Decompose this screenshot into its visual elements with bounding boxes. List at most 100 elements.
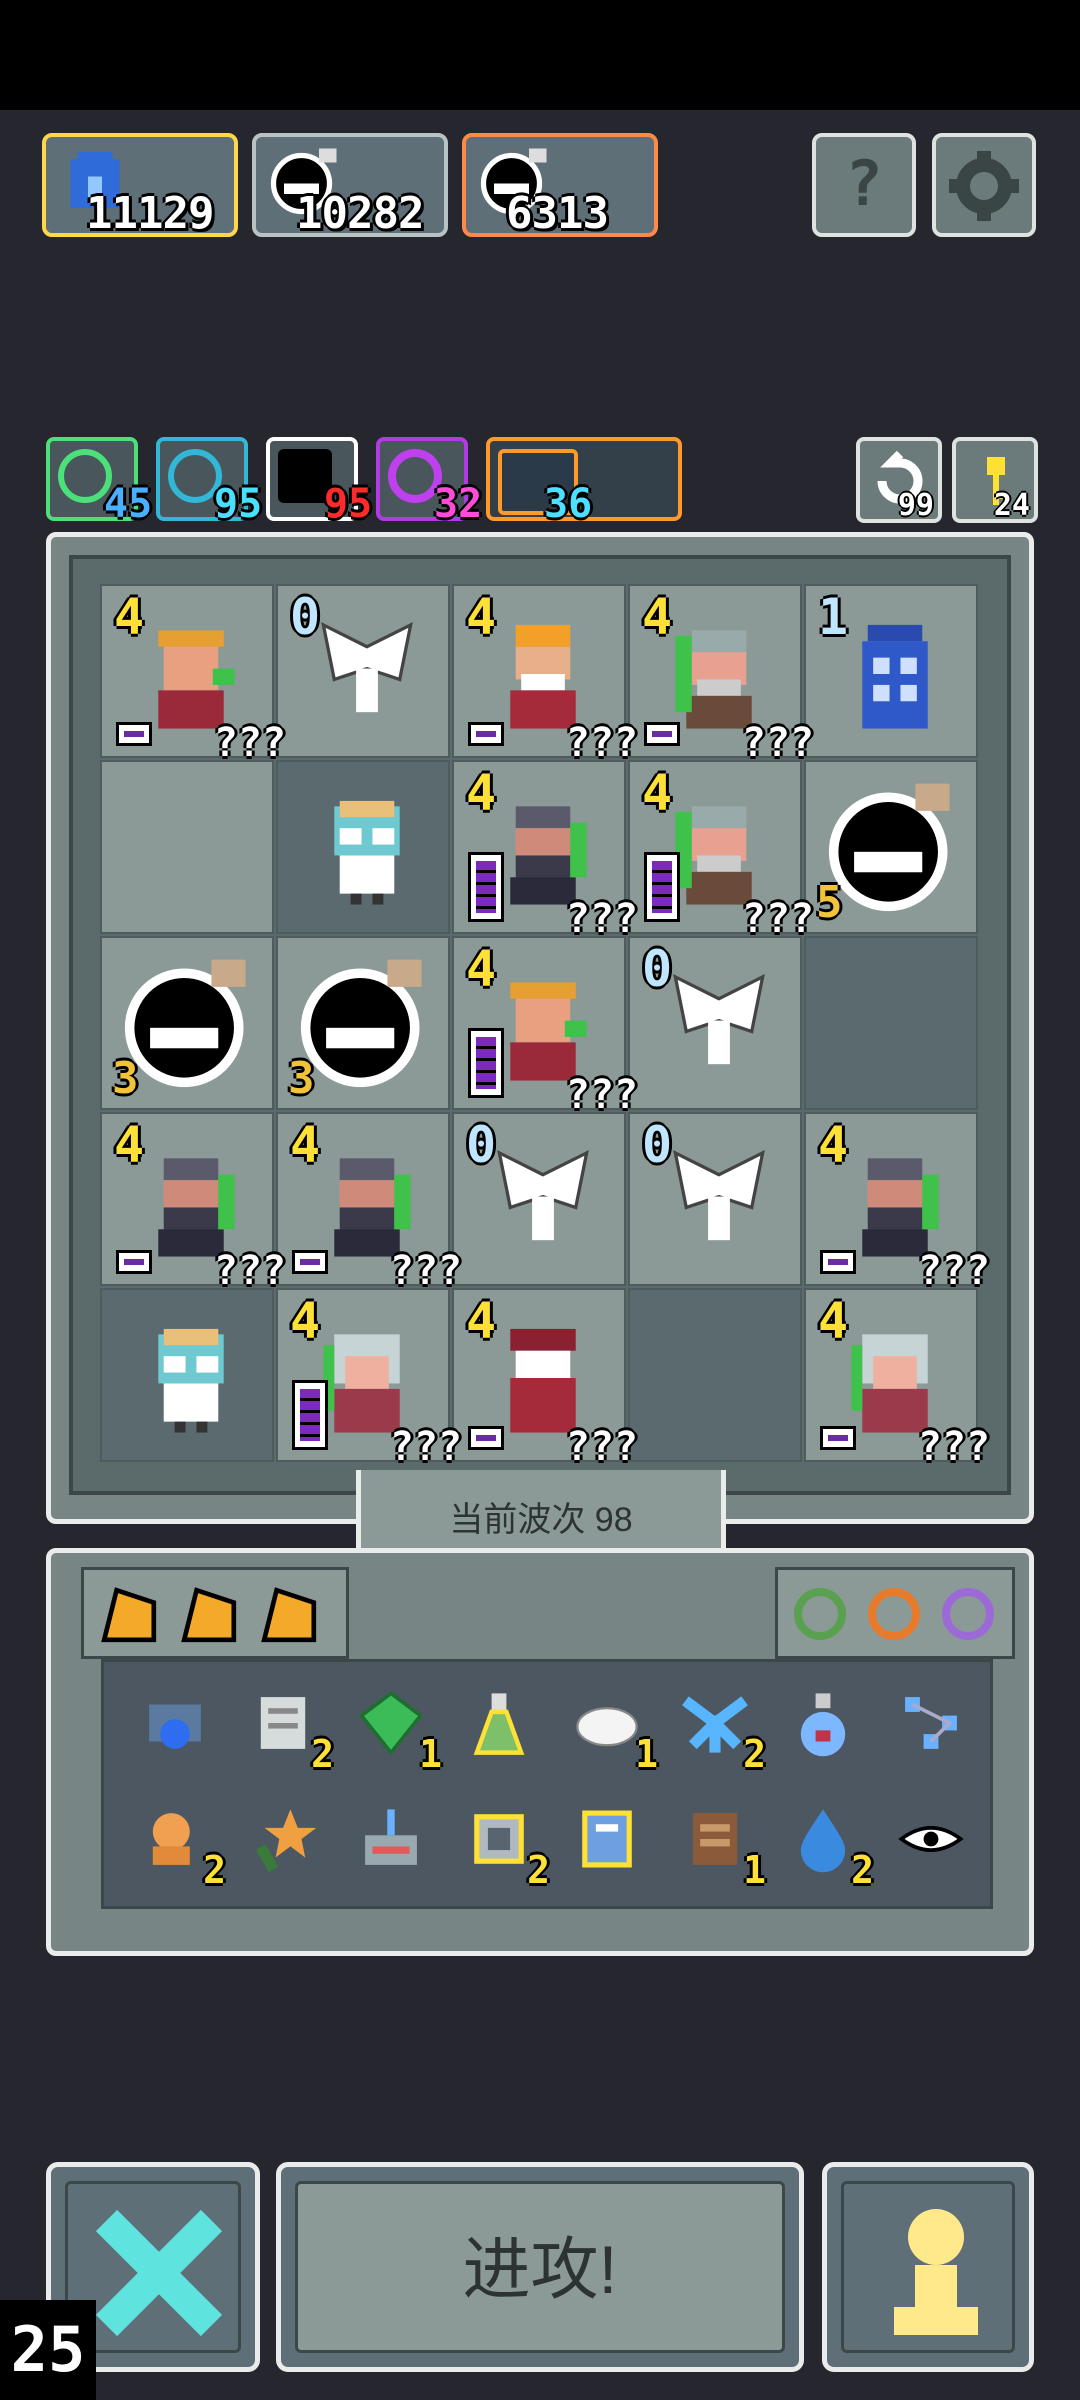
inventory-item[interactable] bbox=[778, 1680, 868, 1770]
blue-crystal-bag-icon bbox=[149, 1704, 201, 1749]
unit-grid: 4??? 0 4??? 4??? 1 4??? 4??? 5 3 3 4??? 0 4??? 4??? 0 0… bbox=[100, 584, 990, 1470]
fire-king-icon bbox=[510, 624, 576, 729]
inventory-item[interactable] bbox=[886, 1796, 976, 1886]
profile-button[interactable] bbox=[822, 2162, 1034, 2372]
inventory-item[interactable]: 2 bbox=[778, 1796, 874, 1892]
inventory-item[interactable] bbox=[346, 1796, 436, 1886]
stat-card-bomb[interactable]: 10282 bbox=[252, 133, 448, 239]
blue-box-icon bbox=[862, 624, 928, 729]
board-cell[interactable]: 3 bbox=[100, 936, 274, 1110]
close-icon bbox=[95, 2209, 223, 2337]
unit-hidden-stat: ??? bbox=[565, 1072, 638, 1118]
unit-count: 5 bbox=[816, 877, 843, 928]
board-cell[interactable]: 4??? bbox=[100, 584, 286, 766]
cheese-tabs bbox=[81, 1567, 349, 1659]
board-cell[interactable]: 4??? bbox=[100, 1112, 286, 1294]
dwarf-icon bbox=[862, 1158, 939, 1257]
pawn-icon bbox=[894, 2209, 978, 2335]
board-cell[interactable]: 1 bbox=[804, 584, 978, 758]
board-cell[interactable]: 4??? bbox=[452, 760, 638, 942]
refresh-count: 99 bbox=[897, 488, 934, 523]
unit-level: 0 bbox=[642, 940, 673, 998]
board-cell[interactable]: 4??? bbox=[452, 584, 638, 766]
unit-level: 4 bbox=[642, 764, 673, 822]
cheese-icon[interactable] bbox=[178, 1584, 240, 1646]
orange-ring-icon[interactable] bbox=[868, 1588, 920, 1640]
refresh-button[interactable]: 99 bbox=[856, 437, 942, 523]
red-mage-icon bbox=[510, 1328, 576, 1433]
old-man-icon bbox=[675, 806, 752, 905]
stat-card-blue[interactable]: 11129 bbox=[42, 133, 238, 239]
board-cell[interactable]: 3 bbox=[276, 936, 450, 1110]
unit-level: 4 bbox=[642, 588, 673, 646]
inventory-item[interactable]: 2 bbox=[238, 1680, 334, 1776]
settings-button[interactable] bbox=[932, 133, 1036, 237]
energy-bar bbox=[292, 1250, 328, 1274]
cheese-icon[interactable] bbox=[98, 1584, 160, 1646]
resource-chip-white[interactable]: 95 bbox=[266, 437, 372, 527]
star-wand-icon bbox=[255, 1809, 317, 1873]
blue-book-icon bbox=[582, 1810, 632, 1868]
inventory-item[interactable]: 2 bbox=[670, 1680, 766, 1776]
inventory-item[interactable] bbox=[130, 1680, 220, 1770]
board-cell[interactable] bbox=[628, 1288, 802, 1462]
inventory-item[interactable]: 1 bbox=[562, 1680, 658, 1776]
resource-chip-orange[interactable]: 36 bbox=[486, 437, 682, 527]
inventory-item[interactable] bbox=[562, 1796, 652, 1886]
board-cell[interactable] bbox=[804, 936, 978, 1110]
inventory-item[interactable]: 2 bbox=[454, 1796, 550, 1892]
girl-icon bbox=[323, 1334, 400, 1433]
inventory-item[interactable]: 1 bbox=[670, 1796, 766, 1892]
board-cell[interactable] bbox=[100, 760, 274, 934]
item-count: 2 bbox=[743, 1732, 766, 1776]
board-cell[interactable]: 0 bbox=[628, 936, 802, 1110]
inventory-items: 2 1 1 2 2 2 1 2 bbox=[101, 1659, 993, 1909]
board-cell[interactable]: 4??? bbox=[628, 584, 814, 766]
energy-bar bbox=[292, 1380, 328, 1450]
stat-card-bomb-orange[interactable]: 6313 bbox=[462, 133, 658, 239]
resource-chip-green[interactable]: 45 bbox=[46, 437, 152, 527]
board-cell[interactable]: 4??? bbox=[628, 760, 814, 942]
board-cell[interactable]: 5 bbox=[804, 760, 978, 934]
blue-potion-icon bbox=[800, 1693, 846, 1757]
resource-count: 95 bbox=[324, 481, 373, 527]
attack-label: 进攻! bbox=[295, 2181, 785, 2353]
bat-icon bbox=[497, 1149, 589, 1241]
energy-bar bbox=[820, 1250, 856, 1274]
board-cell[interactable]: 4??? bbox=[804, 1288, 990, 1470]
attack-button[interactable]: 进攻! bbox=[276, 2162, 804, 2372]
item-count: 2 bbox=[527, 1848, 550, 1892]
cheese-icon[interactable] bbox=[258, 1584, 320, 1646]
old-man-icon bbox=[675, 630, 752, 729]
chip-icon bbox=[474, 1814, 524, 1864]
board-cell[interactable]: 0 bbox=[276, 584, 450, 758]
inventory-item[interactable] bbox=[238, 1796, 328, 1886]
board-cell[interactable]: 4??? bbox=[276, 1288, 462, 1470]
board-cell[interactable]: 0 bbox=[628, 1112, 802, 1286]
profile-inner bbox=[841, 2181, 1015, 2353]
unit-hidden-stat: ??? bbox=[389, 1248, 462, 1294]
inventory-item[interactable] bbox=[454, 1680, 544, 1770]
board-cell[interactable] bbox=[276, 760, 450, 934]
key-button[interactable]: 24 bbox=[952, 437, 1038, 523]
board-cell[interactable]: 4??? bbox=[452, 936, 638, 1118]
inventory-item[interactable]: 1 bbox=[346, 1680, 442, 1776]
board-cell[interactable]: 4??? bbox=[452, 1288, 638, 1470]
energy-bar bbox=[644, 722, 680, 746]
board-cell[interactable]: 4??? bbox=[276, 1112, 462, 1294]
board-cell[interactable]: 4??? bbox=[804, 1112, 990, 1294]
inventory-panel: 2 1 1 2 2 2 1 2 bbox=[46, 1548, 1034, 1956]
purple-ring-icon[interactable] bbox=[942, 1588, 994, 1640]
resource-chip-purple[interactable]: 32 bbox=[376, 437, 482, 527]
unit-level: 4 bbox=[466, 940, 497, 998]
board-cell[interactable]: 0 bbox=[452, 1112, 626, 1286]
inventory-item[interactable]: 2 bbox=[130, 1796, 226, 1892]
help-button[interactable]: ? bbox=[812, 133, 916, 237]
inventory-item[interactable] bbox=[886, 1680, 976, 1770]
resource-chip-cyan[interactable]: 95 bbox=[156, 437, 262, 527]
unit-hidden-stat: ??? bbox=[917, 1424, 990, 1470]
green-ring-icon[interactable] bbox=[794, 1588, 846, 1640]
dwarf-icon bbox=[158, 1158, 235, 1257]
board-cell[interactable] bbox=[100, 1288, 274, 1462]
unit-level: 4 bbox=[818, 1292, 849, 1350]
